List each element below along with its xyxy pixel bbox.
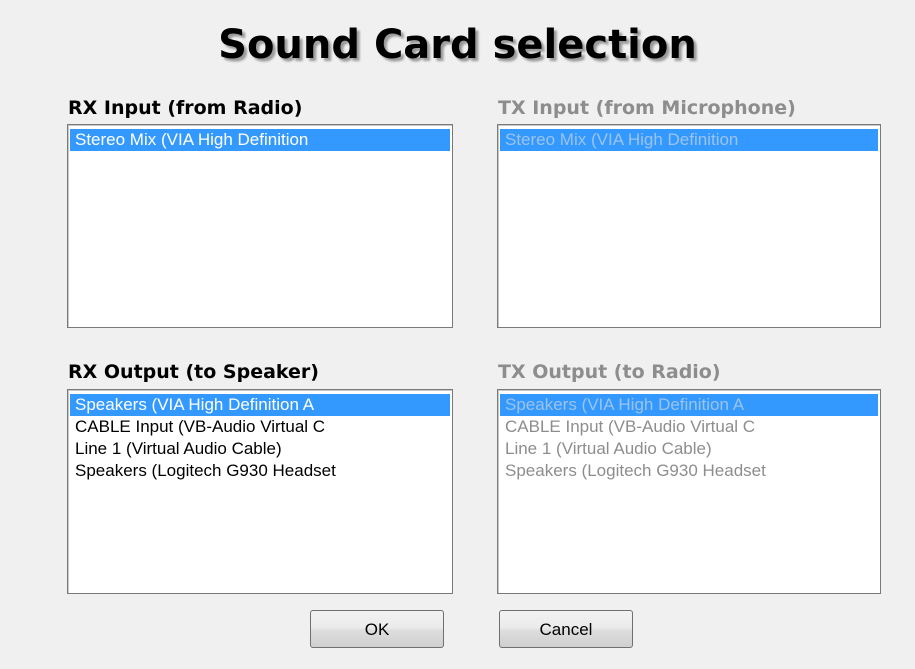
- tx-input-label: TX Input (from Microphone): [498, 97, 796, 119]
- dialog-title: Sound Card selection: [218, 22, 697, 68]
- cancel-button[interactable]: Cancel: [499, 610, 633, 648]
- list-item[interactable]: Stereo Mix (VIA High Definition: [70, 129, 450, 151]
- list-item[interactable]: Line 1 (Virtual Audio Cable): [500, 438, 878, 460]
- rx-output-listbox[interactable]: Speakers (VIA High Definition A CABLE In…: [67, 389, 453, 594]
- list-item[interactable]: Speakers (Logitech G930 Headset: [70, 460, 450, 482]
- list-item[interactable]: CABLE Input (VB-Audio Virtual C: [500, 416, 878, 438]
- list-item[interactable]: Stereo Mix (VIA High Definition: [500, 129, 878, 151]
- tx-output-label: TX Output (to Radio): [498, 361, 721, 383]
- tx-output-listbox[interactable]: Speakers (VIA High Definition A CABLE In…: [497, 389, 881, 594]
- rx-output-label: RX Output (to Speaker): [68, 361, 319, 383]
- list-item[interactable]: Speakers (VIA High Definition A: [70, 394, 450, 416]
- rx-input-label: RX Input (from Radio): [68, 97, 303, 119]
- list-item[interactable]: Speakers (Logitech G930 Headset: [500, 460, 878, 482]
- tx-input-listbox[interactable]: Stereo Mix (VIA High Definition: [497, 124, 881, 328]
- sound-card-dialog: Sound Card selection RX Input (from Radi…: [0, 0, 915, 669]
- list-item[interactable]: Line 1 (Virtual Audio Cable): [70, 438, 450, 460]
- list-item[interactable]: Speakers (VIA High Definition A: [500, 394, 878, 416]
- ok-button[interactable]: OK: [310, 610, 444, 648]
- rx-input-listbox[interactable]: Stereo Mix (VIA High Definition: [67, 124, 453, 328]
- list-item[interactable]: CABLE Input (VB-Audio Virtual C: [70, 416, 450, 438]
